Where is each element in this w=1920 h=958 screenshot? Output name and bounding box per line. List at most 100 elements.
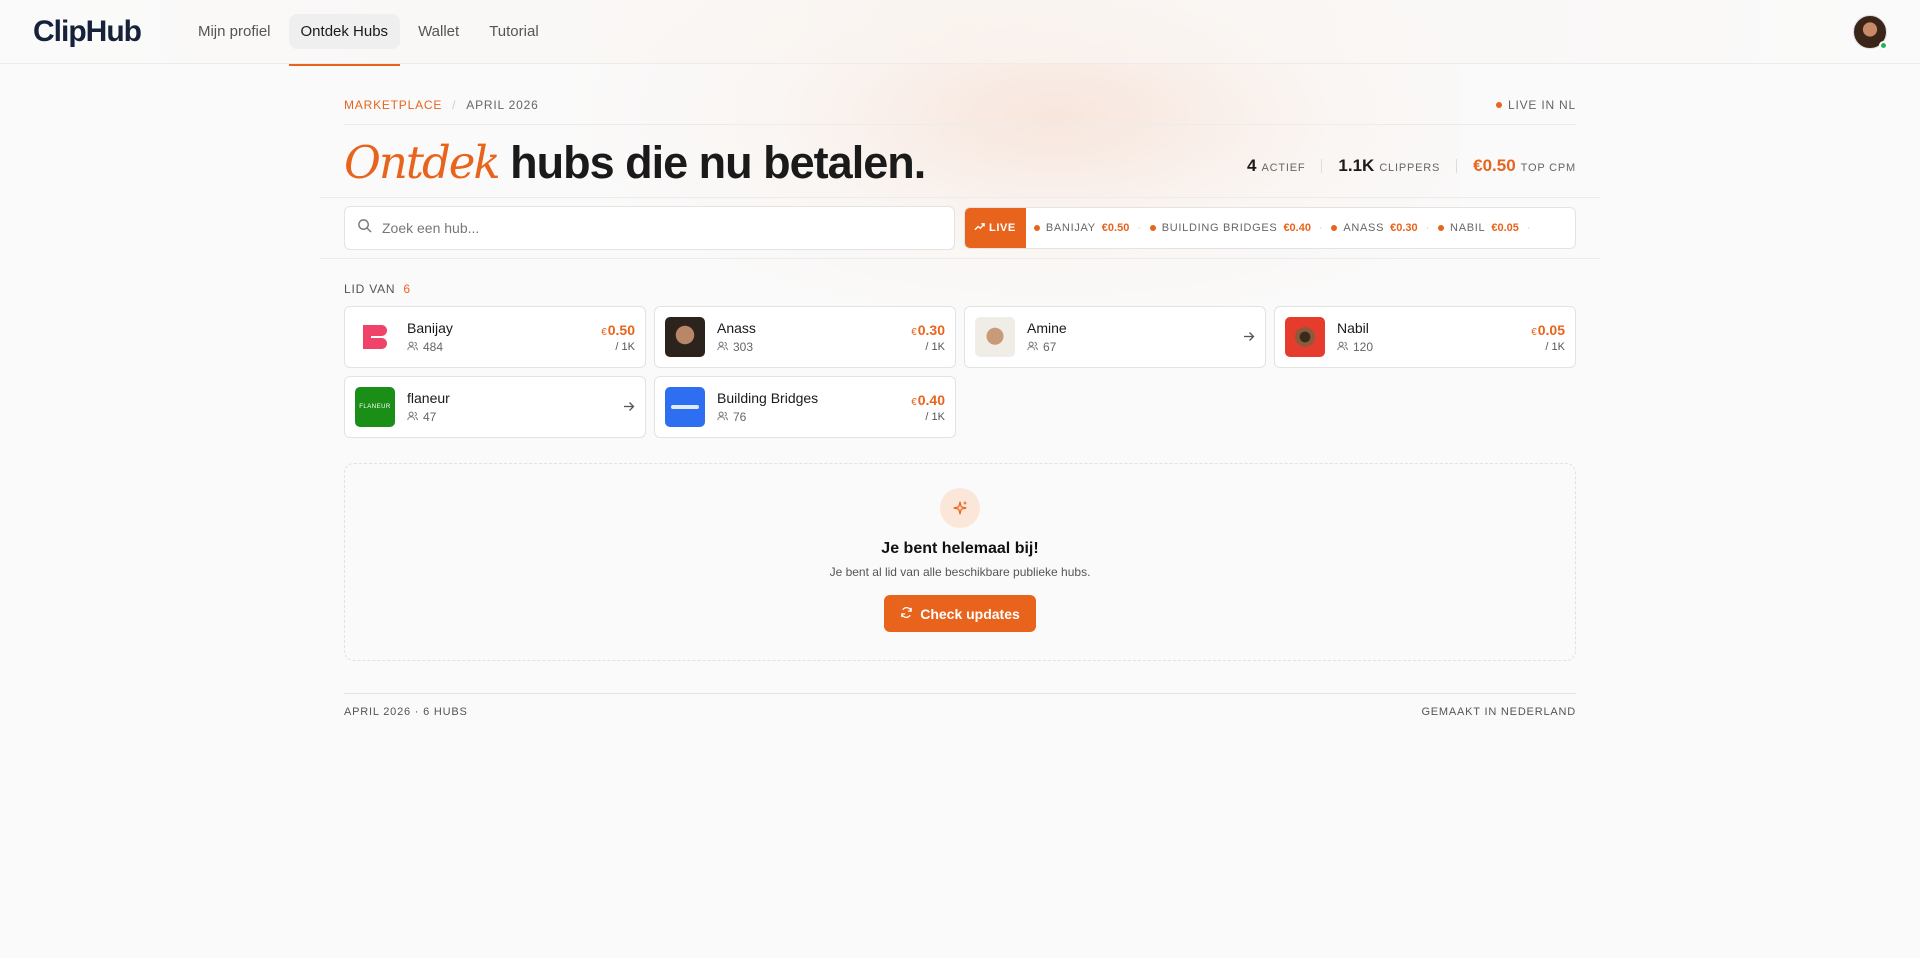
empty-state-title: Je bent helemaal bij! (881, 540, 1039, 557)
hub-card-anass[interactable]: Anass 303 €0.30 / 1K (654, 306, 956, 368)
hub-grid: Banijay 484 €0.50 / 1K Anass 303 €0.30 /… (344, 306, 1576, 438)
hub-member-count: 303 (733, 340, 754, 354)
breadcrumb-separator: / (452, 98, 457, 112)
hub-name: Anass (717, 320, 756, 336)
hub-card-banijay[interactable]: Banijay 484 €0.50 / 1K (344, 306, 646, 368)
live-dot-icon (1495, 102, 1502, 108)
hub-member-count: 120 (1353, 340, 1374, 354)
hub-name: Nabil (1337, 320, 1369, 336)
hub-member-count: 47 (423, 410, 437, 424)
membership-label: LID VAN (344, 282, 396, 296)
hub-cpm: €0.40 (911, 392, 945, 408)
footer-left: APRIL 2026 · 6 HUBS (344, 706, 468, 718)
nav-link-wallet[interactable]: Wallet (406, 14, 471, 49)
stat-clippers: 1.1K CLIPPERS (1338, 156, 1440, 176)
ticker-separator: · (1137, 222, 1142, 234)
hub-member-count: 67 (1043, 340, 1057, 354)
hub-name: Banijay (407, 320, 453, 336)
page-title-accent: Ontdek (344, 136, 501, 189)
ticker-dot-icon (1033, 225, 1040, 231)
hub-currency: € (911, 326, 917, 338)
flaneur-logo-icon: FLANEUR (355, 387, 395, 427)
user-avatar-button[interactable] (1853, 14, 1888, 50)
nav-link-mijn-profiel[interactable]: Mijn profiel (186, 14, 283, 49)
live-indicator: LIVE IN NL (1495, 98, 1576, 112)
hub-price: €0.40 / 1K (911, 392, 945, 423)
nabil-avatar (1285, 317, 1325, 357)
page-title-rest: hubs die nu betalen. (498, 137, 926, 188)
ticker-item: BUILDING BRIDGES €0.40 · (1149, 222, 1324, 234)
breadcrumb-section: MARKETPLACE (344, 98, 443, 112)
search-ticker-band: LIVE BANIJAY €0.50 · BUILDING BRIDGES €0.40… (320, 197, 1600, 259)
stat-value: 4 (1247, 156, 1257, 175)
building-bridges-logo-icon (665, 387, 705, 427)
ticker-item: ANASS €0.30 · (1331, 222, 1430, 234)
users-icon (1027, 340, 1038, 354)
hub-name: flaneur (407, 390, 450, 406)
hub-cpm-value: 0.05 (1537, 321, 1565, 338)
hub-card-body: Anass 303 (717, 320, 899, 354)
hub-name: Building Bridges (717, 390, 819, 406)
hub-name: Amine (1027, 320, 1067, 336)
hub-card-building-bridges[interactable]: Building Bridges 76 €0.40 / 1K (654, 376, 956, 438)
ticker-separator: · (1318, 222, 1324, 234)
hub-cpm-value: 0.30 (917, 321, 945, 338)
hub-members: 303 (717, 340, 899, 354)
hub-member-count: 484 (423, 340, 444, 354)
refresh-icon (900, 606, 913, 622)
stat-separator (1456, 159, 1458, 173)
breadcrumb: MARKETPLACE / APRIL 2026 LIVE IN NL (344, 96, 1576, 114)
nav-links: Mijn profiel Ontdek Hubs Wallet Tutorial (186, 14, 551, 66)
hub-cpm: €0.50 (601, 322, 635, 338)
footer-right: GEMAAKT IN NEDERLAND (1421, 706, 1576, 718)
amine-avatar (975, 317, 1015, 357)
ticker-live-badge: LIVE (965, 208, 1026, 248)
ticker-item-name: ANASS (1343, 222, 1385, 234)
hub-members: 47 (407, 410, 611, 424)
empty-state-subtitle: Je bent al lid van alle beschikbare publ… (829, 565, 1091, 579)
hub-members: 484 (407, 340, 589, 354)
arrow-right-icon[interactable] (623, 399, 635, 415)
trending-up-icon (974, 222, 985, 234)
hub-card-amine[interactable]: Amine 67 (964, 306, 1266, 368)
hub-cpm-unit: / 1K (615, 340, 635, 353)
hub-price: €0.30 / 1K (911, 322, 945, 353)
breadcrumb-date: APRIL 2026 (466, 98, 539, 112)
ticker-live-label: LIVE (989, 222, 1016, 234)
ticker-dot-icon (1438, 225, 1445, 231)
hub-card-flaneur[interactable]: FLANEUR flaneur 47 (344, 376, 646, 438)
hub-members: 120 (1337, 340, 1519, 354)
ticker-separator: · (1526, 222, 1532, 234)
nav-link-ontdek-hubs[interactable]: Ontdek Hubs (288, 14, 401, 66)
hub-cpm: €0.05 (1531, 322, 1565, 338)
hub-currency: € (1531, 326, 1537, 338)
footer: APRIL 2026 · 6 HUBS GEMAAKT IN NEDERLAND (344, 693, 1576, 718)
users-icon (407, 340, 418, 354)
users-icon (717, 410, 728, 424)
stat-value: €0.50 (1473, 156, 1516, 175)
arrow-right-icon[interactable] (1243, 329, 1255, 345)
cliphub-logo[interactable]: ClipHub (33, 15, 142, 49)
hub-currency: € (601, 326, 607, 338)
hub-card-body: Nabil 120 (1337, 320, 1519, 354)
check-updates-button[interactable]: Check updates (884, 595, 1036, 632)
search-input[interactable] (382, 220, 942, 236)
hub-cpm-value: 0.40 (917, 391, 945, 408)
hub-cpm-value: 0.50 (607, 321, 635, 338)
hero: Ontdek hubs die nu betalen. 4 ACTIEF 1.1… (344, 125, 1576, 197)
ticker-item-price: €0.40 (1283, 222, 1311, 234)
stat-top-cpm: €0.50 TOP CPM (1473, 156, 1576, 176)
check-updates-label: Check updates (920, 605, 1020, 622)
hub-price: €0.50 / 1K (601, 322, 635, 353)
nav-link-tutorial[interactable]: Tutorial (477, 14, 550, 49)
live-label: LIVE IN NL (1507, 98, 1576, 112)
hub-card-nabil[interactable]: Nabil 120 €0.05 / 1K (1274, 306, 1576, 368)
ticker-dot-icon (1331, 225, 1338, 231)
hub-cpm-unit: / 1K (1545, 340, 1565, 353)
stat-value: 1.1K (1338, 156, 1375, 175)
hub-members: 76 (717, 410, 899, 424)
ticker-item-price: €0.30 (1390, 222, 1418, 234)
hub-cpm-unit: / 1K (925, 410, 945, 423)
sparkles-icon (940, 488, 980, 528)
ticker-item-name: NABIL (1450, 222, 1486, 234)
